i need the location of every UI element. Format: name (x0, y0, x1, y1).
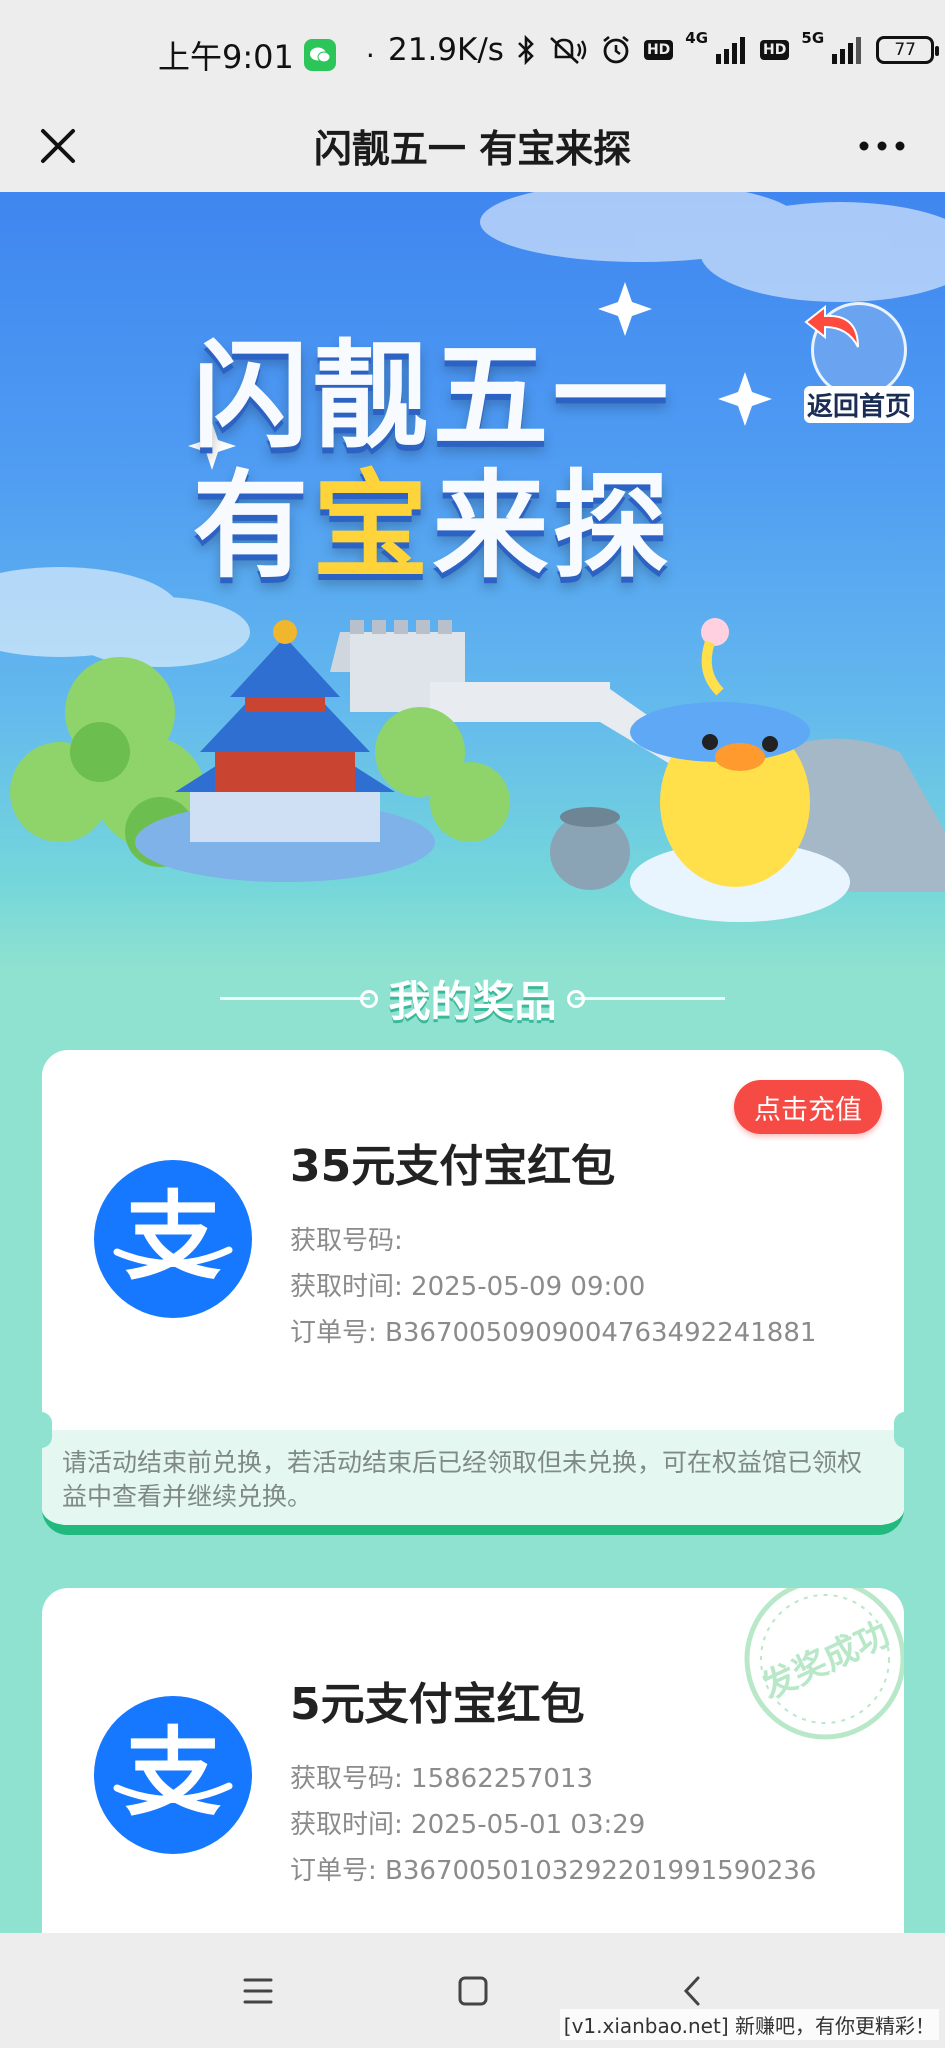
order-row: 订单号: B3670050103292201991590236 (290, 1848, 816, 1894)
svg-text:支: 支 (125, 1184, 221, 1293)
mute-icon (548, 35, 588, 65)
battery-icon: 77 (876, 36, 940, 64)
stamp-text: 发奖成功 (756, 1614, 896, 1708)
recharge-button[interactable]: 点击充值 (734, 1080, 882, 1134)
code-label: 获取号码: (290, 1764, 403, 1794)
prize-title: 5元支付宝红包 (290, 1679, 585, 1730)
hero-title-line2: 有宝来探 (0, 432, 905, 600)
hero-title-gold: 宝 (312, 459, 433, 594)
prize-title: 35元支付宝红包 (290, 1141, 616, 1192)
signal-icon (714, 36, 748, 64)
alarm-icon (600, 34, 632, 66)
order-row: 订单号: B3670050909004763492241881 (290, 1310, 816, 1356)
order-label: 订单号: (290, 1318, 377, 1348)
back-home-button[interactable]: 返回首页 (803, 302, 915, 423)
heading-line-left (220, 989, 379, 1008)
time-value: 2025-05-09 09:00 (411, 1272, 646, 1302)
status-time: 上午9:01 (158, 38, 294, 76)
net-5g-label: 5G (801, 29, 825, 47)
title-bar: 闪靓五一 有宝来探 (0, 100, 945, 192)
status-dot: · (365, 38, 375, 72)
heading-line-right (566, 989, 725, 1008)
svg-text:支: 支 (125, 1720, 221, 1829)
hd-icon: HD (643, 40, 674, 60)
time-value: 2025-05-01 03:29 (411, 1810, 646, 1840)
status-bar: 上午9:01 · 21.9K/s HD 4G HD 5G 77 (0, 0, 945, 100)
order-value: B3670050103292201991590236 (385, 1856, 817, 1886)
status-left: 上午9:01 · (158, 32, 375, 78)
system-nav-bar: [v1.xianbao.net] 新赚吧，有你更精彩！ (0, 1933, 945, 2048)
nav-menu-button[interactable] (228, 1961, 288, 2021)
code-label: 获取号码: (290, 1226, 403, 1256)
bluetooth-icon (516, 35, 536, 65)
more-icon (859, 141, 905, 151)
alipay-logo-icon: 支 (94, 1696, 252, 1854)
alipay-logo-icon: 支 (94, 1160, 252, 1318)
time-label: 获取时间: (290, 1810, 403, 1840)
nav-home-button[interactable] (443, 1961, 503, 2021)
signal-icon-2 (830, 36, 864, 64)
back-chevron-icon (683, 1976, 700, 2006)
hero-title-part-a: 有 (192, 459, 313, 594)
hd-icon-2: HD (760, 40, 790, 60)
card-notch-right (894, 1412, 904, 1448)
hero-title-part-c: 来探 (432, 459, 673, 594)
code-row: 获取号码: (290, 1218, 816, 1264)
award-success-stamp: 发奖成功 (744, 1588, 904, 1740)
more-button[interactable] (847, 116, 917, 176)
page-title: 闪靓五一 有宝来探 (313, 127, 632, 171)
back-home-label: 返回首页 (803, 386, 914, 423)
redeem-notice: 请活动结束前兑换，若活动结束后已经领取但未兑换，可在权益馆已领权益中查看并继续兑… (42, 1430, 904, 1525)
hero-banner: 闪靓五一 有宝来探 返回首页 (0, 192, 945, 972)
home-square-icon (458, 1976, 488, 2006)
prize-info: 获取号码: 15862257013 获取时间: 2025-05-01 03:29… (290, 1756, 816, 1894)
prize-card: 支 35元支付宝红包 获取号码: 获取时间: 2025-05-09 09:00 … (42, 1050, 904, 1535)
code-value: 15862257013 (411, 1764, 593, 1794)
menu-icon (243, 1978, 273, 2004)
net-speed: 21.9K/s (388, 32, 504, 68)
section-heading: 我的奖品 (0, 968, 945, 1028)
net-4g-label: 4G (685, 29, 709, 47)
battery-level: 77 (894, 40, 916, 60)
order-label: 订单号: (290, 1856, 377, 1886)
back-arrow-icon (804, 302, 907, 398)
time-row: 获取时间: 2025-05-09 09:00 (290, 1264, 816, 1310)
watermark: [v1.xianbao.net] 新赚吧，有你更精彩！ (559, 2009, 939, 2040)
time-row: 获取时间: 2025-05-01 03:29 (290, 1802, 816, 1848)
section-title: 我的奖品 (388, 976, 557, 1026)
status-right: 21.9K/s HD 4G HD 5G 77 (388, 29, 940, 68)
time-label: 获取时间: (290, 1272, 403, 1302)
order-value: B3670050909004763492241881 (385, 1318, 817, 1348)
prize-info: 获取号码: 获取时间: 2025-05-09 09:00 订单号: B36700… (290, 1218, 816, 1356)
wechat-icon (303, 39, 336, 71)
code-row: 获取号码: 15862257013 (290, 1756, 816, 1802)
